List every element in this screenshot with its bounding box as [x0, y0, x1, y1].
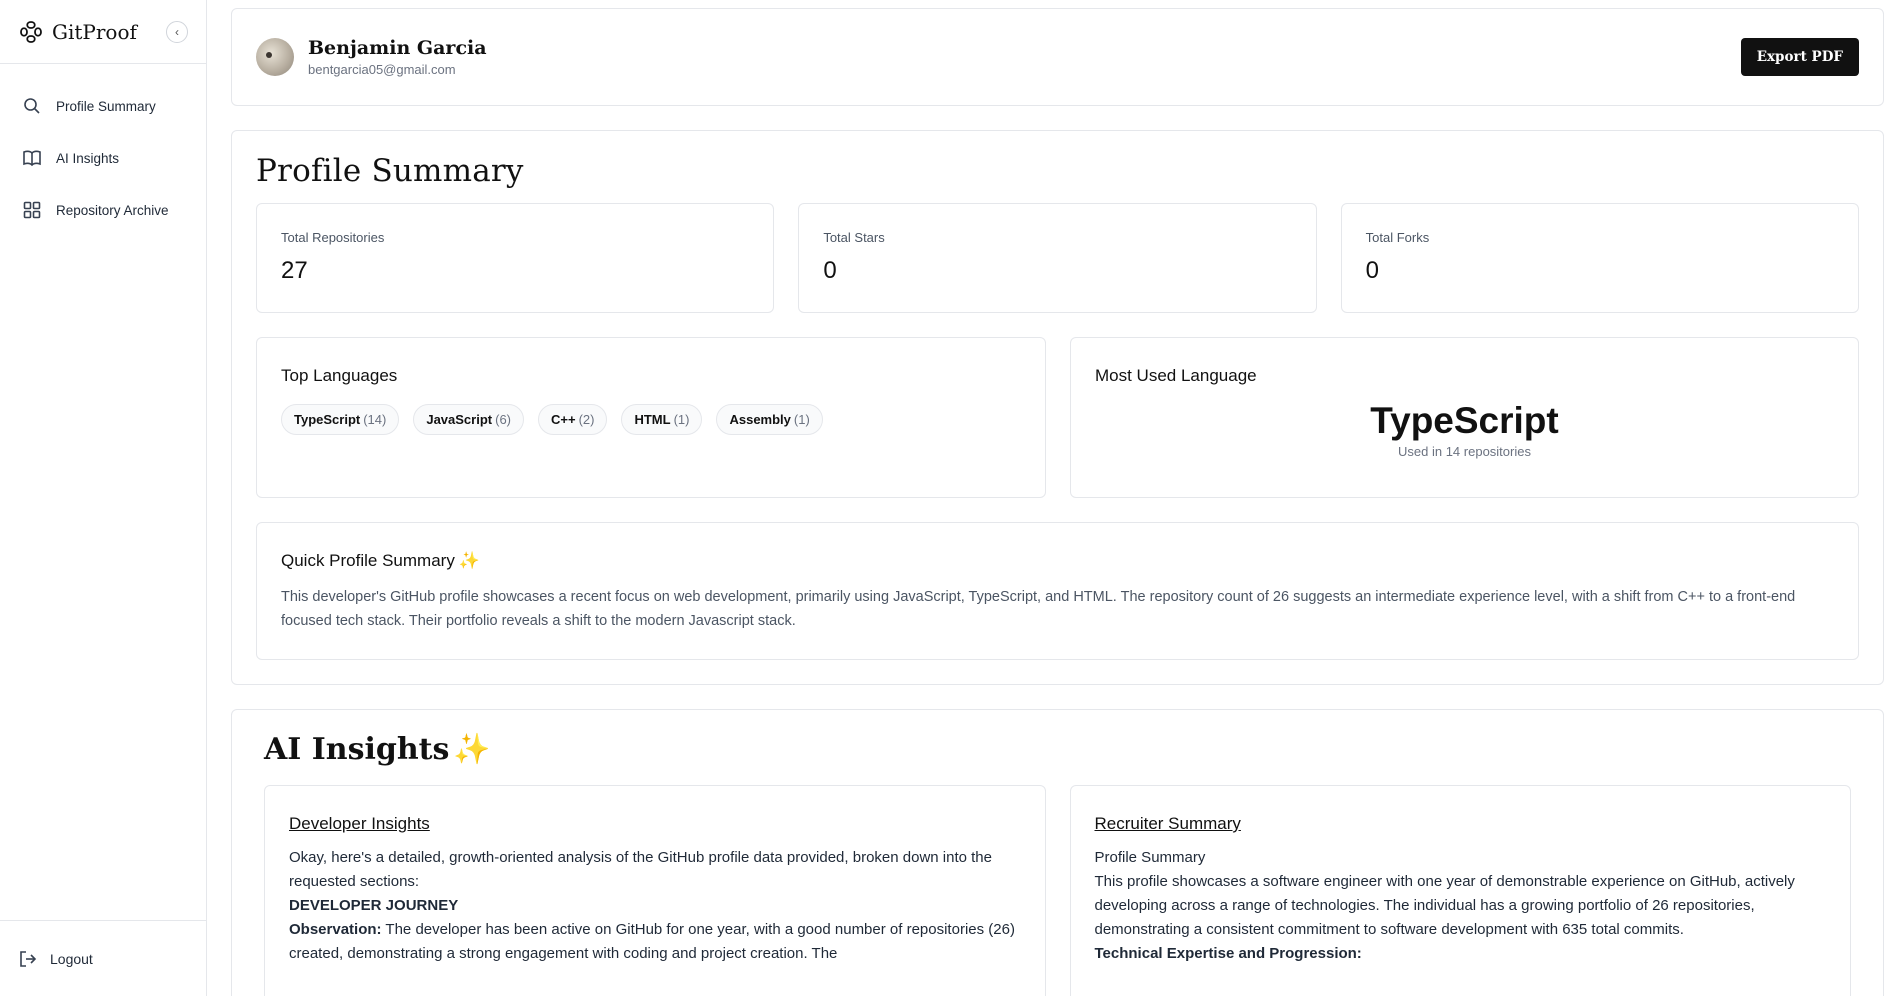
chip-count: (6)	[495, 412, 511, 427]
language-chip: HTML (1)	[621, 404, 703, 435]
collapse-sidebar-button[interactable]: ‹	[166, 20, 188, 43]
sparkle-icon: ✨	[458, 551, 480, 570]
profile-email: bentgarcia05@gmail.com	[308, 62, 456, 77]
profile-summary-section: Profile Summary Total Repositories 27 To…	[231, 130, 1884, 685]
chip-count: (14)	[363, 412, 387, 427]
sidebar-item-repository-archive[interactable]: Repository Archive	[0, 184, 206, 236]
language-chip: JavaScript (6)	[413, 404, 524, 435]
developer-insights-body: Okay, here's a detailed, growth-oriented…	[289, 846, 1021, 966]
stat-value: 0	[823, 257, 837, 284]
stats-row: Total Repositories 27 Total Stars 0 Tota…	[256, 203, 1859, 313]
section-title: Profile Summary	[256, 153, 524, 189]
main-content: Benjamin Garcia bentgarcia05@gmail.com E…	[207, 0, 1902, 996]
chip-count: (1)	[793, 412, 810, 427]
chip-name: C++	[551, 412, 576, 427]
developer-insights-card: Developer Insights Okay, here's a detail…	[264, 785, 1046, 996]
ai-insights-title: AI Insights	[264, 732, 450, 767]
most-used-subtitle: Used in 14 repositories	[1398, 444, 1531, 459]
grid-icon	[23, 201, 41, 219]
avatar	[256, 38, 294, 76]
card-title: Developer Insights	[289, 814, 430, 833]
card-title: Top Languages	[281, 366, 398, 385]
top-languages-card: Top Languages TypeScript (14) JavaScript(…	[256, 337, 1046, 498]
quick-summary-card: Quick Profile Summary ✨ This developer's …	[256, 522, 1859, 660]
quick-summary-title: Quick Profile Summary	[281, 551, 455, 570]
profile-header: Benjamin Garcia bentgarcia05@gmail.com E…	[231, 8, 1884, 106]
insight-paragraph: Okay, here's a detailed, growth-oriented…	[289, 849, 992, 890]
insight-heading: Technical Expertise and Progression:	[1094, 945, 1362, 962]
card-title: Most Used Language	[1095, 366, 1257, 385]
chip-name: TypeScript	[294, 412, 361, 427]
most-used-language: TypeScript	[1370, 400, 1559, 441]
insight-subheading: Profile Summary	[1094, 849, 1206, 866]
profile-name: Benjamin Garcia	[308, 37, 487, 59]
brand: GitProof ‹	[0, 0, 206, 64]
gitproof-logo-icon	[20, 20, 42, 43]
logout-icon	[20, 950, 37, 967]
section-title: AI Insights ✨	[264, 732, 1851, 767]
sidebar-item-ai-insights[interactable]: AI Insights	[0, 132, 206, 184]
chip-name: HTML	[634, 412, 671, 427]
stat-label: Total Stars	[823, 230, 885, 245]
stat-value: 27	[281, 257, 308, 284]
observation-label: Observation:	[289, 921, 382, 938]
insight-heading: DEVELOPER JOURNEY	[289, 897, 459, 914]
recruiter-summary-card: Recruiter Summary Profile Summary This p…	[1069, 785, 1851, 996]
insight-paragraph: Observation: The developer has been acti…	[289, 918, 1021, 966]
brand-name: GitProof	[52, 19, 137, 44]
stat-label: Total Repositories	[281, 230, 385, 245]
chevron-left-icon: ‹	[175, 24, 179, 39]
stat-card-stars: Total Stars 0	[798, 203, 1317, 313]
card-title: Recruiter Summary	[1094, 814, 1241, 833]
insight-paragraph: This profile showcases a software engine…	[1094, 873, 1795, 938]
sidebar: GitProof ‹ Profile Summary AI Insights R…	[0, 0, 207, 996]
language-chips: TypeScript (14) JavaScript (6) C++ (2) HTML…	[281, 404, 1021, 435]
profile-info: Benjamin Garcia bentgarcia05@gmail.com	[308, 37, 487, 77]
card-title: Quick Profile Summary ✨	[281, 551, 1834, 571]
quick-summary-text: This developer's GitHub profile showcase…	[281, 589, 1796, 629]
chip-name: Assembly	[729, 412, 791, 427]
book-icon	[23, 150, 41, 167]
sidebar-item-label: Profile Summary	[56, 98, 156, 114]
logout-button[interactable]: Logout	[0, 920, 206, 996]
sidebar-item-label: Repository Archive	[56, 202, 169, 218]
insights-row: Developer Insights Okay, here's a detail…	[264, 785, 1851, 996]
chip-count: (2)	[578, 412, 595, 427]
sidebar-item-label: AI Insights	[56, 150, 120, 166]
stat-value: 0	[1365, 257, 1380, 284]
language-chip: TypeScript (14)	[281, 404, 400, 435]
most-used-language-card: Most Used Language TypeScript Used in 14…	[1070, 337, 1859, 498]
search-icon	[24, 98, 40, 114]
recruiter-summary-body: Profile Summary This profile showcases a…	[1095, 846, 1827, 966]
chip-count: (1)	[673, 412, 690, 427]
logout-label: Logout	[50, 950, 93, 967]
language-chip: Assembly (1)	[716, 404, 823, 435]
stat-card-repositories: Total Repositories 27	[256, 203, 775, 313]
language-chip: C++ (2)	[538, 404, 608, 435]
languages-row: Top Languages TypeScript (14) JavaScript(…	[256, 337, 1859, 498]
sparkle-icon: ✨	[453, 732, 491, 767]
stat-card-forks: Total Forks 0	[1340, 203, 1859, 313]
app-root: GitProof ‹ Profile Summary AI Insights R…	[0, 0, 1902, 996]
ai-insights-section: AI Insights ✨ Developer Insights Okay, he…	[231, 709, 1884, 996]
observation-text: The developer has been active on GitHub …	[289, 921, 1015, 962]
sidebar-nav: Profile Summary AI Insights Repository A…	[0, 64, 206, 236]
chip-name: JavaScript	[426, 412, 493, 427]
sidebar-item-profile-summary[interactable]: Profile Summary	[0, 80, 206, 132]
export-pdf-button[interactable]: Export PDF	[1740, 38, 1859, 76]
stat-label: Total Forks	[1365, 230, 1430, 245]
